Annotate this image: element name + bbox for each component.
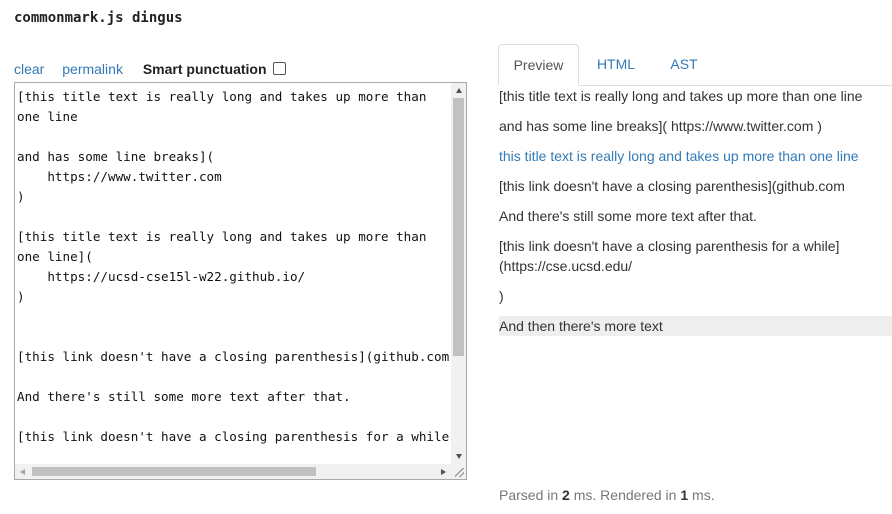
preview-paragraph-5-line-2: (https://cse.ucsd.edu/ [499, 258, 633, 274]
editor-toolbar: clear permalink Smart punctuation [14, 61, 287, 77]
timing-info: Parsed in 2 ms. Rendered in 1 ms. [499, 487, 715, 503]
resize-grip-icon[interactable] [455, 468, 464, 477]
permalink-link[interactable]: permalink [62, 61, 123, 77]
smart-punctuation-checkbox[interactable] [273, 62, 287, 75]
parsed-prefix: Parsed in [499, 487, 559, 503]
scroll-left-arrow-icon[interactable] [20, 469, 25, 475]
parsed-ms-value: 2 [562, 487, 570, 503]
timing-suffix: ms. [692, 487, 715, 503]
preview-paragraph-1-line-1: [this title text is really long and take… [499, 88, 863, 104]
rendered-ms-value: 1 [680, 487, 689, 503]
preview-paragraph-6: ) [499, 288, 504, 304]
vertical-scrollbar[interactable] [451, 83, 466, 464]
output-tabs: Preview HTML AST [498, 44, 892, 86]
page-title: commonmark.js dingus [14, 10, 183, 26]
markdown-textarea[interactable]: [this title text is really long and take… [17, 87, 450, 463]
rendered-prefix: ms. Rendered in [573, 487, 677, 503]
preview-paragraph-7: And then there's more text [499, 316, 892, 336]
preview-link[interactable]: this title text is really long and takes… [499, 148, 859, 164]
smart-punctuation-label: Smart punctuation [142, 61, 267, 77]
preview-paragraph-4: And there's still some more text after t… [499, 208, 757, 224]
preview-paragraph-1-line-2: and has some line breaks]( https://www.t… [499, 118, 822, 134]
scroll-down-arrow-icon[interactable] [456, 454, 462, 459]
tab-ast[interactable]: AST [656, 44, 712, 85]
tab-html[interactable]: HTML [584, 44, 648, 85]
markdown-editor[interactable]: [this title text is really long and take… [14, 82, 467, 480]
tab-preview[interactable]: Preview [498, 44, 579, 86]
scroll-up-arrow-icon[interactable] [456, 88, 462, 93]
horizontal-scrollbar[interactable] [15, 464, 451, 479]
preview-paragraph-5-line-1: [this link doesn't have a closing parent… [499, 238, 840, 254]
horizontal-scroll-thumb[interactable] [32, 467, 316, 476]
scroll-right-arrow-icon[interactable] [441, 469, 446, 475]
resize-corner[interactable] [451, 464, 466, 479]
vertical-scroll-thumb[interactable] [453, 98, 464, 356]
clear-link[interactable]: clear [14, 61, 44, 77]
preview-pane: [this title text is really long and take… [499, 86, 892, 336]
preview-paragraph-3: [this link doesn't have a closing parent… [499, 178, 845, 194]
